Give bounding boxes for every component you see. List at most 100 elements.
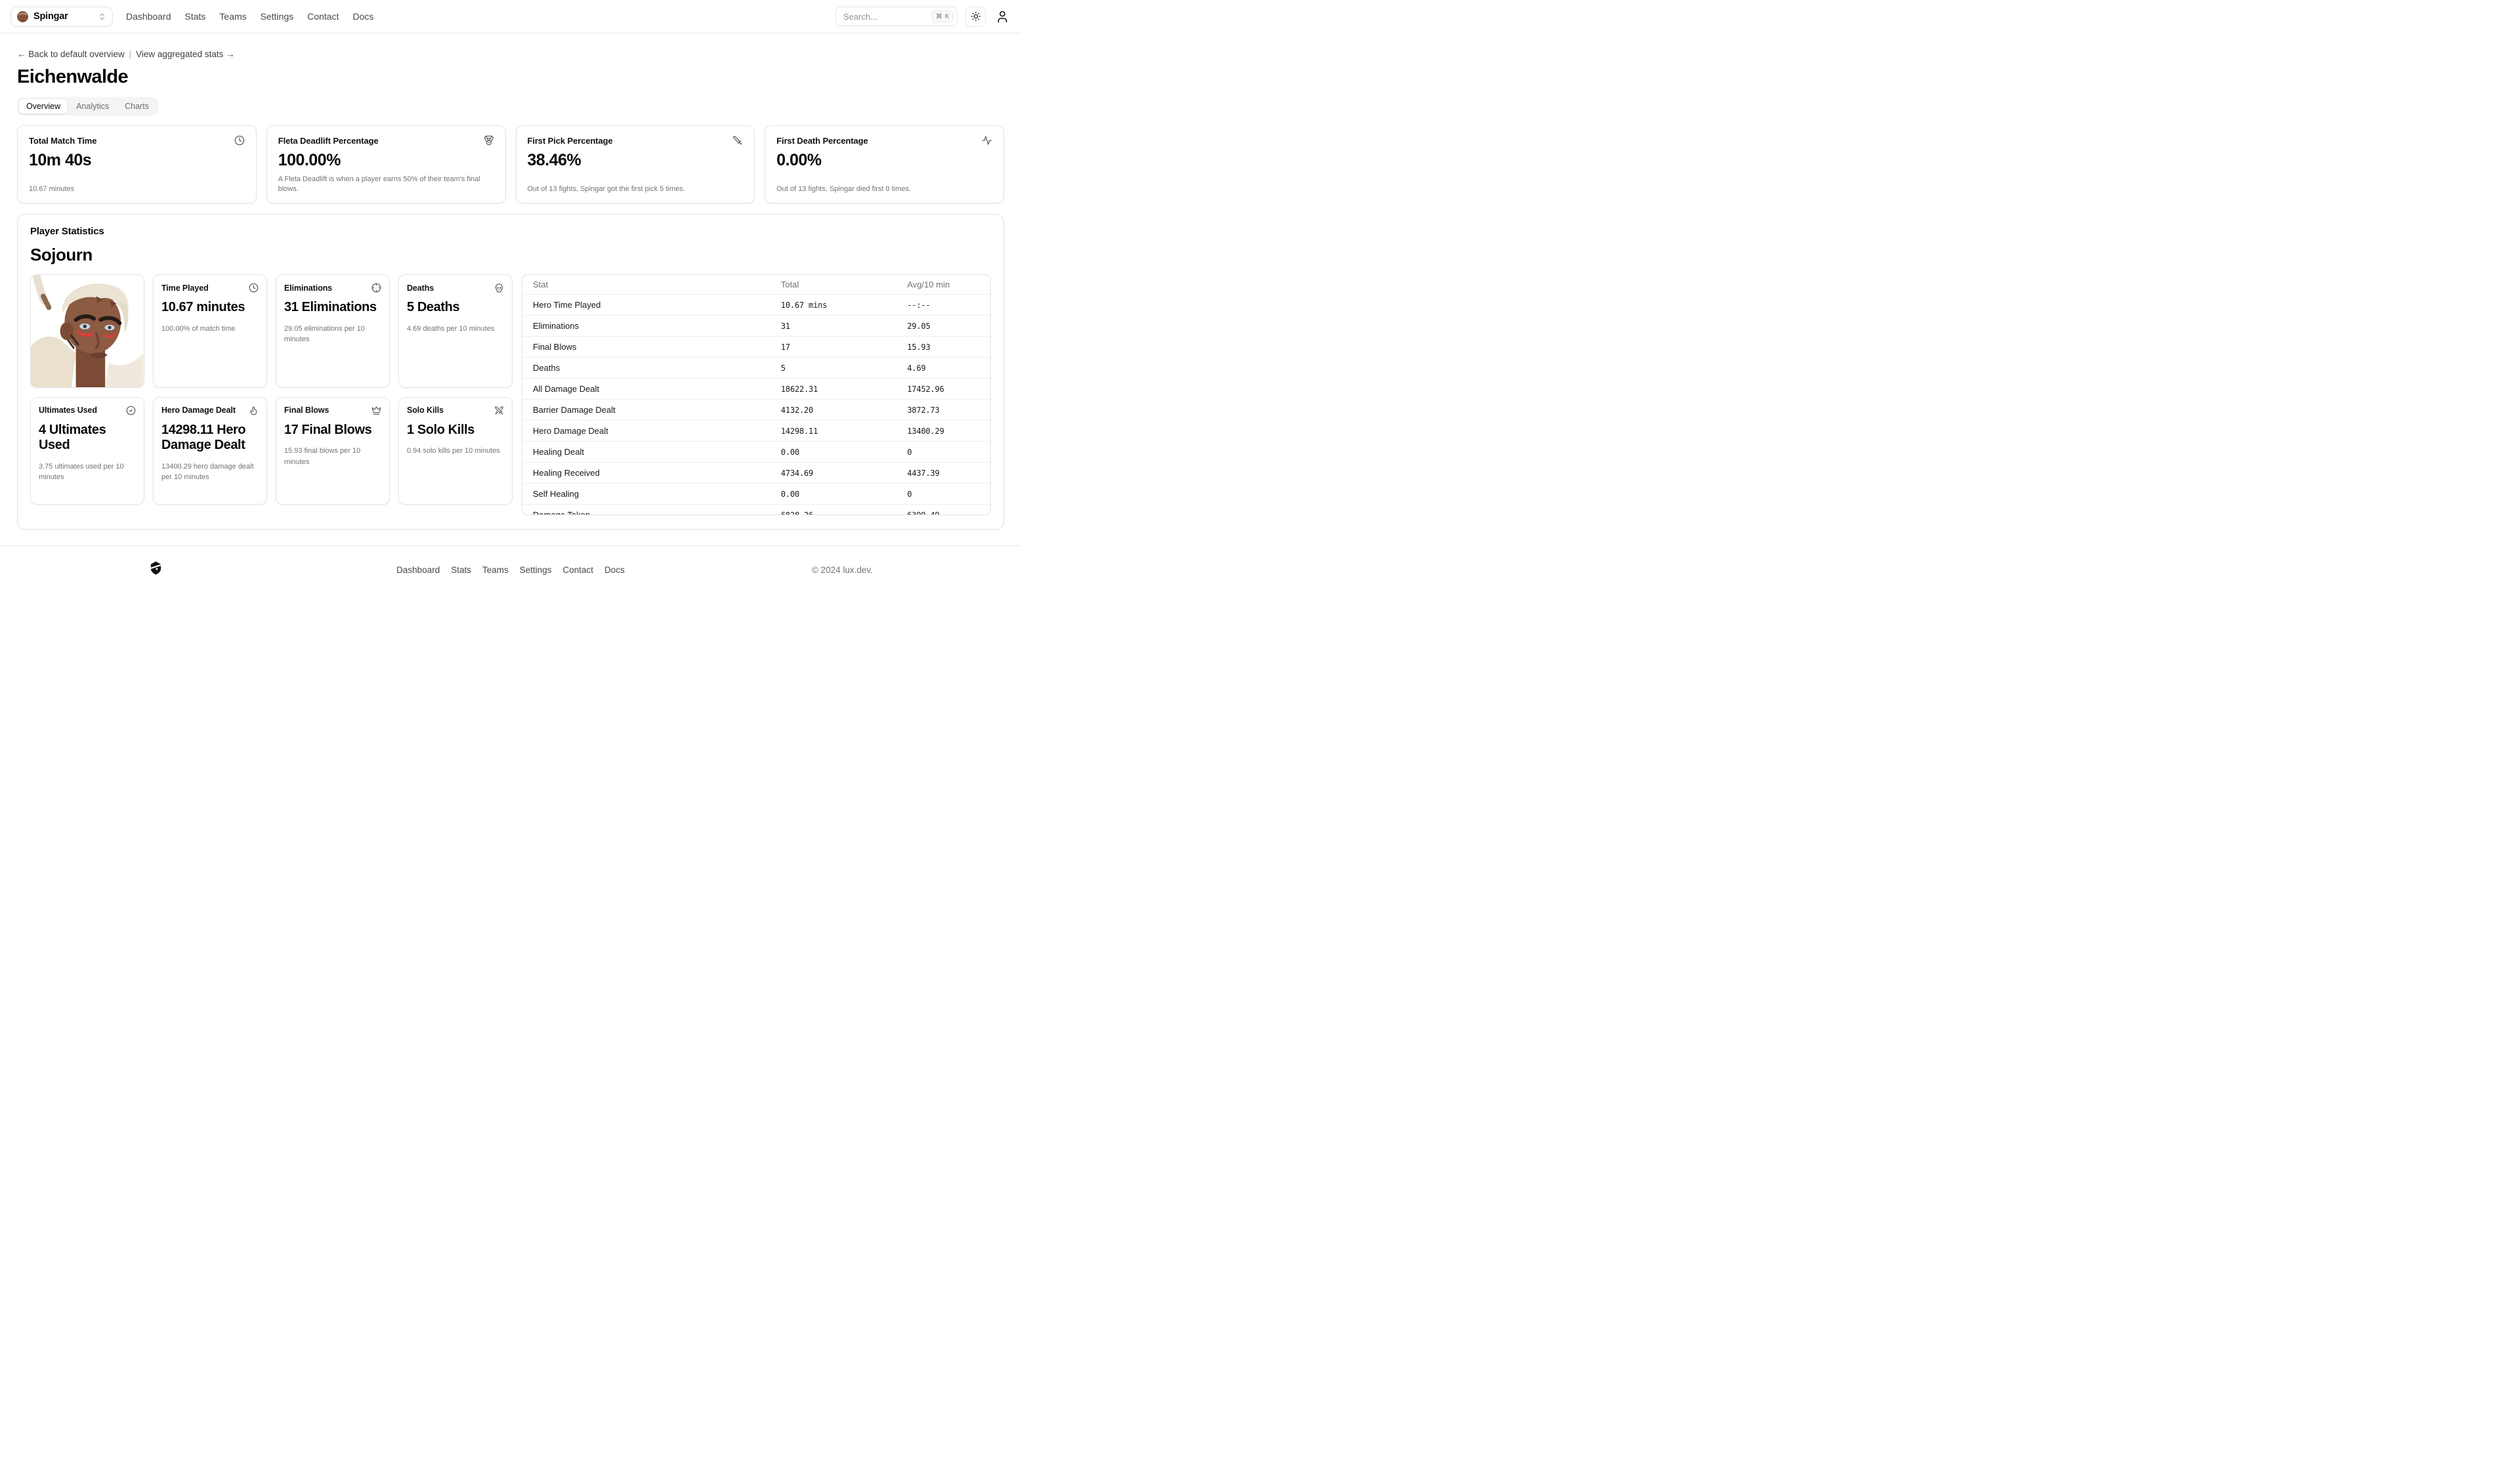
footer-nav-settings[interactable]: Settings: [520, 565, 552, 575]
nav-docs[interactable]: Docs: [352, 11, 373, 22]
card-value: 31 Eliminations: [284, 300, 381, 316]
back-link[interactable]: ← Back to default overview: [17, 49, 125, 59]
total-match-time-card: Total Match Time 10m 40s 10.67 minutes: [17, 125, 257, 203]
activity-icon: [982, 135, 992, 146]
search-shortcut-badge: ⌘ K: [932, 11, 954, 22]
skull-icon: [494, 283, 504, 293]
app-header: Spingar Dashboard Stats Teams Settings C…: [0, 0, 1021, 33]
eliminations-card: Eliminations 31 Eliminations 29.05 elimi…: [276, 274, 390, 388]
nav-teams[interactable]: Teams: [219, 11, 246, 22]
table-row: Self Healing 0.00 0: [522, 484, 990, 505]
card-note: 0.94 solo kills per 10 minutes: [407, 446, 504, 457]
footer-logo[interactable]: [148, 560, 163, 579]
column-header-avg: Avg/10 min: [896, 275, 990, 295]
player-statistics-panel: Player Statistics Sojourn: [17, 214, 1004, 530]
card-note: Out of 13 fights, Spingar died first 0 t…: [776, 184, 992, 194]
crown-icon: [371, 406, 381, 415]
main-content: ← Back to default overview | View aggreg…: [0, 49, 1021, 530]
table-row: Healing Dealt 0.00 0: [522, 442, 990, 463]
primary-nav: Dashboard Stats Teams Settings Contact D…: [126, 11, 373, 22]
tab-analytics[interactable]: Analytics: [69, 99, 116, 114]
solo-kills-card: Solo Kills 1 Solo Kills 0.94 solo kills …: [398, 397, 513, 505]
tabs: Overview Analytics Charts: [17, 97, 158, 116]
footer-nav-dashboard[interactable]: Dashboard: [396, 565, 440, 575]
nav-settings[interactable]: Settings: [261, 11, 294, 22]
crosshair-icon: [371, 283, 381, 293]
user-icon: [996, 10, 1009, 24]
card-value: 4 Ultimates Used: [39, 423, 136, 453]
table-row: Barrier Damage Dealt 4132.20 3872.73: [522, 400, 990, 421]
theme-toggle-button[interactable]: [965, 7, 986, 27]
first-pick-card: First Pick Percentage 38.46% Out of 13 f…: [516, 125, 755, 203]
circle-check-icon: [126, 406, 136, 415]
breadcrumb-separator: |: [129, 49, 132, 59]
footer-nav-docs[interactable]: Docs: [604, 565, 625, 575]
card-label: Fleta Deadlift Percentage: [278, 136, 379, 146]
card-value: 0.00%: [776, 151, 992, 170]
card-note: 4.69 deaths per 10 minutes: [407, 324, 504, 335]
search-input[interactable]: ⌘ K: [835, 7, 957, 26]
page-title: Eichenwalde: [17, 66, 1004, 88]
tab-charts[interactable]: Charts: [117, 99, 156, 114]
medal-icon: [484, 135, 494, 146]
card-note: 10.67 minutes: [29, 184, 245, 194]
time-played-card: Time Played 10.67 minutes 100.00% of mat…: [153, 274, 267, 388]
team-selector-label: Spingar: [33, 11, 68, 22]
table-header-row: Stat Total Avg/10 min: [522, 275, 990, 295]
chevrons-up-down-icon: [98, 12, 106, 21]
card-value: 10.67 minutes: [161, 300, 259, 316]
footer-nav-stats[interactable]: Stats: [451, 565, 471, 575]
stats-table: Stat Total Avg/10 min Hero Time Played 1…: [522, 274, 991, 515]
account-button[interactable]: [994, 8, 1011, 25]
player-statistics-title: Player Statistics: [30, 226, 991, 237]
table-row: All Damage Dealt 18622.31 17452.96: [522, 379, 990, 400]
team-avatar: [17, 11, 28, 22]
nav-stats[interactable]: Stats: [185, 11, 206, 22]
footer-nav: Dashboard Stats Teams Settings Contact D…: [396, 565, 625, 575]
deaths-card: Deaths 5 Deaths 4.69 deaths per 10 minut…: [398, 274, 513, 388]
card-value: 100.00%: [278, 151, 494, 170]
table-row: Final Blows 17 15.93: [522, 337, 990, 358]
table-row: Eliminations 31 29.05: [522, 316, 990, 337]
card-value: 1 Solo Kills: [407, 423, 504, 438]
footer-nav-teams[interactable]: Teams: [482, 565, 509, 575]
card-note: A Fleta Deadlift is when a player earns …: [278, 175, 494, 194]
summary-cards: Total Match Time 10m 40s 10.67 minutes F…: [17, 125, 1004, 203]
nav-contact[interactable]: Contact: [307, 11, 339, 22]
search-field[interactable]: [843, 12, 932, 22]
card-label: Time Played: [161, 284, 209, 293]
card-note: 15.93 final blows per 10 minutes: [284, 446, 381, 467]
table-row: Hero Damage Dealt 14298.11 13400.29: [522, 421, 990, 442]
clock-icon: [234, 135, 245, 146]
card-note: 29.05 eliminations per 10 minutes: [284, 324, 381, 345]
final-blows-card: Final Blows 17 Final Blows 15.93 final b…: [276, 397, 390, 505]
nav-dashboard[interactable]: Dashboard: [126, 11, 171, 22]
header-actions: ⌘ K: [835, 7, 1011, 27]
column-header-total: Total: [770, 275, 897, 295]
sword-icon: [732, 135, 743, 146]
card-label: Solo Kills: [407, 406, 444, 415]
card-note: 3.75 ultimates used per 10 minutes: [39, 461, 136, 483]
aggregated-stats-link[interactable]: View aggregated stats →: [136, 49, 235, 59]
fleta-deadlift-card: Fleta Deadlift Percentage 100.00% A Flet…: [266, 125, 506, 203]
table-row: Hero Time Played 10.67 mins --:--: [522, 295, 990, 316]
breadcrumb: ← Back to default overview | View aggreg…: [17, 49, 1004, 59]
first-death-card: First Death Percentage 0.00% Out of 13 f…: [765, 125, 1004, 203]
card-note: 13400.29 hero damage dealt per 10 minute…: [161, 461, 259, 483]
sun-icon: [971, 11, 981, 22]
footer-nav-contact[interactable]: Contact: [563, 565, 594, 575]
app-footer: Dashboard Stats Teams Settings Contact D…: [0, 545, 1021, 593]
card-label: Deaths: [407, 284, 434, 293]
hero-name: Sojourn: [30, 245, 991, 265]
card-label: Final Blows: [284, 406, 329, 415]
shield-logo-icon: [148, 567, 163, 578]
table-row: Deaths 5 4.69: [522, 358, 990, 379]
card-note: 100.00% of match time: [161, 324, 259, 335]
ultimates-used-card: Ultimates Used 4 Ultimates Used 3.75 ult…: [30, 397, 144, 505]
card-label: Hero Damage Dealt: [161, 406, 236, 415]
card-label: Eliminations: [284, 284, 332, 293]
card-note: Out of 13 fights, Spingar got the first …: [528, 184, 744, 194]
tab-overview[interactable]: Overview: [19, 99, 68, 114]
team-selector[interactable]: Spingar: [10, 7, 113, 27]
card-label: Total Match Time: [29, 136, 96, 146]
